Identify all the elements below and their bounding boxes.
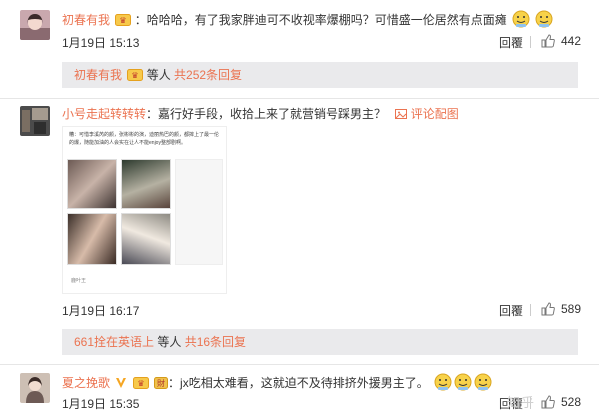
emoji-face-icon <box>454 373 472 391</box>
emoji-face-icon <box>535 10 553 28</box>
comment-date: 1月19日 15:35 <box>62 397 140 411</box>
replies-summary[interactable]: 661拴在英语上 等人 共16条回复 <box>62 329 578 355</box>
avatar[interactable] <box>20 10 50 40</box>
like-button[interactable]: 528 <box>541 395 581 409</box>
image-icon[interactable] <box>395 108 408 124</box>
svg-text:財: 財 <box>157 378 165 388</box>
emoji-face-icon <box>434 373 452 391</box>
comment-divider <box>0 364 599 365</box>
fortune-badge-icon: 財 <box>154 377 169 393</box>
avatar[interactable] <box>20 106 50 136</box>
photo <box>67 213 117 265</box>
comment-date: 1月19日 15:13 <box>62 36 140 50</box>
thumbs-up-icon <box>541 395 555 409</box>
comment-line: 夏之挽歌 ♛ 財 ：jx吃相太难看，这就迫不及待排挤外援男主了。 <box>62 373 492 393</box>
photo <box>121 213 171 265</box>
username[interactable]: 小号走起转转转 <box>62 107 146 121</box>
comment-image-link[interactable]: 评论配图 <box>411 107 459 121</box>
divider <box>530 36 531 48</box>
comment-line: 小号走起转转转：嘉行好手段，收拾上来了就营销号踩男主？ 评论配图 <box>62 106 459 124</box>
comment-image[interactable]: 糟：可惜李溪芮的颜，张彬彬的演，迪丽热巴的颜，都摔上了最一伦的爆，随能加油的人会… <box>62 126 227 294</box>
comment-text: ：jx吃相太难看，这就迫不及待排挤外援男主了。 <box>168 376 429 390</box>
like-count: 589 <box>561 302 582 316</box>
comment-text: ：哈哈哈，有了我家胖迪可不收视率爆棚吗？可惜盛一伦居然有点面瘫 <box>134 13 507 27</box>
like-button[interactable]: 442 <box>541 34 581 48</box>
svg-text:♛: ♛ <box>132 71 139 80</box>
avatar[interactable] <box>20 373 50 403</box>
vip-badge-icon[interactable]: ♛ <box>132 377 149 393</box>
comment-divider <box>0 98 599 99</box>
comment-text: ：嘉行好手段，收拾上来了就营销号踩男主？ <box>146 107 387 121</box>
verified-v-icon <box>115 377 127 393</box>
image-footer: 鹿叶王 <box>71 278 87 284</box>
photo <box>67 159 117 209</box>
svg-text:♛: ♛ <box>137 379 144 388</box>
image-caption: 糟：可惜李溪芮的颜，张彬彬的演，迪丽热巴的颜，都摔上了最一伦的爆，随能加油的人会… <box>69 132 220 146</box>
like-button[interactable]: 589 <box>541 302 581 316</box>
like-count: 442 <box>561 34 582 48</box>
reply-username[interactable]: 661拴在英语上 <box>74 335 154 349</box>
username[interactable]: 夏之挽歌 <box>62 376 110 390</box>
replies-mid-text: 等人 <box>143 68 175 82</box>
like-count: 528 <box>561 395 582 409</box>
svg-text:♛: ♛ <box>120 16 127 25</box>
vip-badge-icon[interactable]: ♛ <box>115 14 132 30</box>
replies-count-link[interactable]: 共252条回复 <box>174 68 242 82</box>
reply-button[interactable]: 回覆 <box>499 302 523 319</box>
thumbs-up-icon <box>541 34 555 48</box>
reply-username[interactable]: 初春有我 <box>74 68 122 82</box>
thumbs-up-icon <box>541 302 555 316</box>
comment-line: 初春有我 ♛ ：哈哈哈，有了我家胖迪可不收视率爆棚吗？可惜盛一伦居然有点面瘫 <box>62 10 553 30</box>
emoji-face-icon <box>512 10 530 28</box>
photo <box>175 159 223 265</box>
photo <box>121 159 171 209</box>
replies-mid-text: 等人 <box>154 335 185 349</box>
divider <box>530 304 531 316</box>
replies-summary[interactable]: 初春有我 ♛ 等人 共252条回复 <box>62 62 578 88</box>
watermark: 知乎 <box>507 395 536 410</box>
username[interactable]: 初春有我 <box>62 13 110 27</box>
vip-badge-icon: ♛ <box>127 64 144 90</box>
emoji-face-icon <box>474 373 492 391</box>
comment-date: 1月19日 16:17 <box>62 304 140 318</box>
replies-count-link[interactable]: 共16条回复 <box>185 335 246 349</box>
reply-button[interactable]: 回覆 <box>499 34 523 51</box>
